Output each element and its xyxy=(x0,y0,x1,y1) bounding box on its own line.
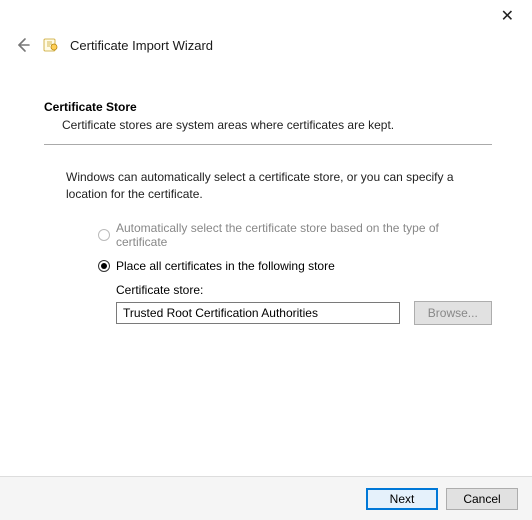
radio-auto-label: Automatically select the certificate sto… xyxy=(116,221,492,249)
wizard-title: Certificate Import Wizard xyxy=(70,38,213,53)
radio-place-all[interactable]: Place all certificates in the following … xyxy=(98,259,492,273)
certificate-store-input[interactable] xyxy=(116,302,400,324)
divider xyxy=(44,144,492,145)
radio-group: Automatically select the certificate sto… xyxy=(98,221,492,273)
store-block: Certificate store: Browse... xyxy=(116,283,492,325)
radio-checked-icon xyxy=(98,260,110,272)
intro-text: Windows can automatically select a certi… xyxy=(66,169,492,203)
section-description: Certificate stores are system areas wher… xyxy=(62,118,492,132)
back-arrow-icon[interactable] xyxy=(14,36,32,54)
cancel-button[interactable]: Cancel xyxy=(446,488,518,510)
radio-auto-select[interactable]: Automatically select the certificate sto… xyxy=(98,221,492,249)
section-title: Certificate Store xyxy=(44,100,492,114)
radio-unchecked-icon xyxy=(98,229,110,241)
content-area: Certificate Store Certificate stores are… xyxy=(0,62,532,325)
wizard-header: Certificate Import Wizard xyxy=(0,0,532,62)
browse-button: Browse... xyxy=(414,301,492,325)
close-icon[interactable]: ✕ xyxy=(495,4,520,28)
radio-manual-label: Place all certificates in the following … xyxy=(116,259,335,273)
certificate-icon xyxy=(42,36,60,54)
next-button[interactable]: Next xyxy=(366,488,438,510)
store-label: Certificate store: xyxy=(116,283,492,297)
footer: Next Cancel xyxy=(0,476,532,520)
